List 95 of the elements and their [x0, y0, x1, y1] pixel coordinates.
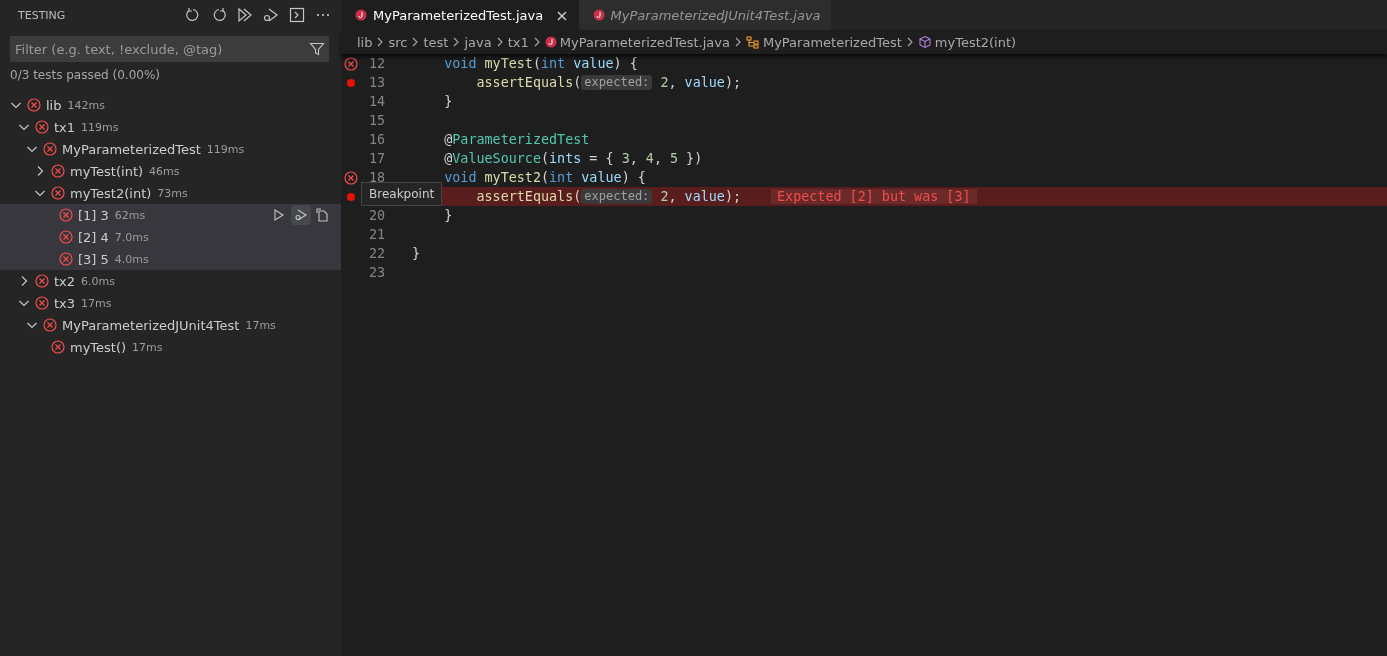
failed-icon	[43, 318, 57, 332]
test-duration: 62ms	[114, 208, 146, 222]
code-line: }	[443, 94, 453, 109]
breadcrumb-item[interactable]: src	[388, 34, 408, 50]
breadcrumb-item[interactable]: myTest2(int)	[934, 34, 1017, 50]
breakpoint-dot[interactable]	[347, 78, 355, 87]
test-duration: 73ms	[157, 186, 188, 200]
line-number: 18	[367, 170, 385, 185]
test-name: lib	[46, 97, 62, 113]
panel-title: TESTING	[18, 8, 66, 22]
tree-row[interactable]: myTest2(int) 73ms	[0, 182, 341, 204]
failed-icon	[344, 170, 358, 185]
test-duration: 17ms	[132, 340, 163, 354]
error-message: Expected [2] but was [3]	[771, 189, 977, 204]
test-name: tx2	[54, 273, 76, 289]
line-number: 20	[367, 208, 385, 223]
line-number: 23	[367, 265, 385, 280]
line-number: 14	[367, 94, 385, 109]
code-line: assertEquals( expected: 2, value);	[475, 75, 742, 90]
test-duration: 7.0ms	[114, 230, 149, 244]
test-duration: 17ms	[245, 318, 276, 332]
tree-row[interactable]: lib 142ms	[0, 94, 341, 116]
class-icon	[745, 35, 760, 49]
breadcrumb-item[interactable]: MyParameterizedTest.java	[559, 34, 730, 50]
filter-icon[interactable]	[309, 41, 325, 57]
tree-row[interactable]: [2] 4 7.0ms	[0, 226, 341, 248]
failed-icon	[51, 186, 65, 200]
tree-row[interactable]: tx2 6.0ms	[0, 270, 341, 292]
test-duration: 119ms	[81, 120, 119, 134]
close-tab-button[interactable]: ×	[555, 5, 569, 25]
code-line: void myTest2(int value) {	[443, 170, 646, 185]
breadcrumb-item[interactable]: MyParameterizedTest	[762, 34, 902, 50]
code-line: }	[412, 246, 421, 261]
test-summary: 0/3 tests passed (0.00%)	[9, 67, 161, 84]
test-duration: 119ms	[206, 142, 245, 156]
terminal-icon[interactable]	[287, 5, 307, 25]
code-line: @ValueSource(ints = { 3, 4, 5 })	[443, 151, 703, 166]
test-name: [1] 3	[78, 207, 109, 223]
breakpoint-tooltip: Breakpoint	[361, 182, 443, 206]
filter-field[interactable]: Filter (e.g. text, !exclude, @tag)	[10, 36, 329, 62]
editor-tab[interactable]: MyParameterizedJUnit4Test.java	[578, 0, 831, 30]
test-duration: 142ms	[67, 98, 105, 112]
tree-row[interactable]: tx3 17ms	[0, 292, 341, 314]
line-number: 15	[367, 113, 385, 128]
test-duration: 6.0ms	[81, 274, 115, 288]
breadcrumb-item[interactable]: test	[423, 34, 449, 50]
test-name: tx1	[54, 119, 76, 135]
failed-icon	[51, 340, 65, 354]
test-duration: 4.0ms	[114, 252, 149, 266]
breadcrumb-item[interactable]: lib	[357, 34, 373, 50]
line-number: 12	[367, 56, 385, 71]
line-number: 22	[367, 246, 385, 261]
failed-icon	[27, 98, 41, 112]
failed-icon	[35, 274, 49, 288]
line-number: 16	[367, 132, 385, 147]
line-number: 13	[367, 75, 385, 90]
test-name: myTest()	[70, 339, 127, 355]
test-name: [3] 5	[78, 251, 109, 267]
breadcrumb-item[interactable]: tx1	[507, 34, 529, 50]
test-name: MyParameterizedJUnit4Test	[62, 317, 240, 333]
tree-row[interactable]: tx1 119ms	[0, 116, 341, 138]
java-file-icon	[544, 36, 557, 48]
debug-icon[interactable]	[291, 205, 311, 225]
tree-row[interactable]: MyParameterizedTest 119ms	[0, 138, 341, 160]
line-number: 17	[367, 151, 385, 166]
tree-row[interactable]: myTest(int) 46ms	[0, 160, 341, 182]
java-file-icon	[592, 9, 605, 21]
tree-row[interactable]: MyParameterizedJUnit4Test 17ms	[0, 314, 341, 336]
test-name: [2] 4	[78, 229, 109, 245]
breakpoint-dot[interactable]	[347, 192, 355, 201]
test-name: myTest(int)	[70, 163, 144, 179]
method-cube-icon	[917, 35, 932, 49]
test-duration: 17ms	[81, 296, 112, 310]
code-line: @ParameterizedTest	[443, 132, 590, 147]
tree-row[interactable]: [1] 3 62ms	[0, 204, 341, 226]
failed-icon	[35, 296, 49, 310]
failed-icon	[59, 252, 73, 266]
test-name: myTest2(int)	[70, 185, 152, 201]
failed-icon	[344, 56, 358, 71]
failed-icon	[35, 120, 49, 134]
failed-icon	[59, 230, 73, 244]
line-number: 21	[367, 227, 385, 242]
tree-row[interactable]: [3] 5 4.0ms	[0, 248, 341, 270]
breadcrumb-item[interactable]: java	[464, 34, 492, 50]
test-duration: 46ms	[149, 164, 180, 178]
test-name: MyParameterizedTest	[62, 141, 201, 157]
code-line: }	[443, 208, 453, 223]
failed-icon	[59, 208, 73, 222]
editor-tab[interactable]: MyParameterizedTest.java ×	[341, 0, 579, 30]
tree-row[interactable]: myTest() 17ms	[0, 336, 341, 358]
failed-icon	[43, 142, 57, 156]
failed-icon	[51, 164, 65, 178]
code-line: void myTest(int value) {	[443, 56, 638, 71]
test-name: tx3	[54, 295, 76, 311]
java-file-icon	[355, 9, 367, 21]
